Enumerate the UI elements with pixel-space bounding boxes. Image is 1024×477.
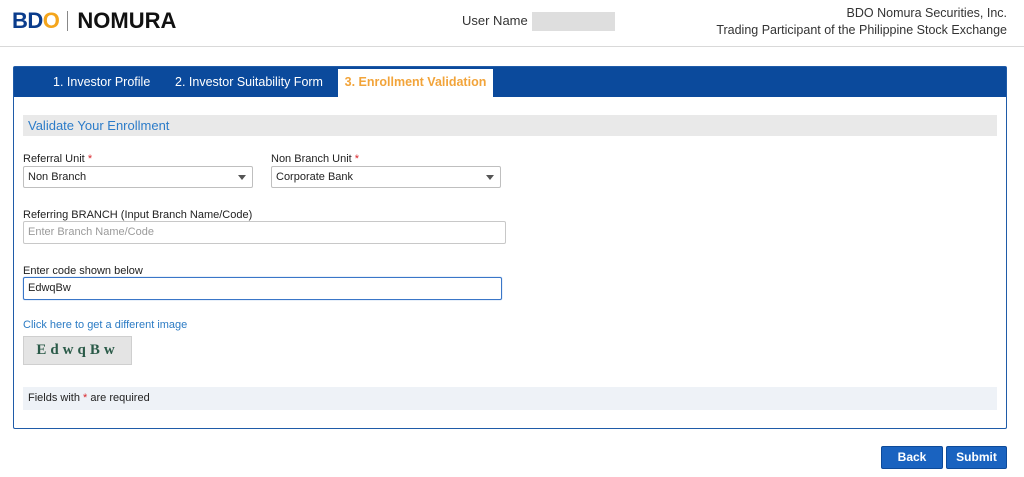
tab-enrollment-validation[interactable]: 3. Enrollment Validation (338, 69, 493, 97)
tab-investor-suitability-form[interactable]: 2. Investor Suitability Form (175, 67, 323, 97)
referral-unit-label-text: Referral Unit (23, 153, 85, 165)
referral-unit-value: Non Branch (28, 171, 87, 183)
logo-bdo-o-text: O (42, 8, 60, 33)
non-branch-unit-label-text: Non Branch Unit (271, 153, 352, 165)
enrollment-panel: 1. Investor Profile 2. Investor Suitabil… (13, 66, 1007, 429)
submit-button[interactable]: Submit (946, 446, 1007, 469)
required-fields-note: Fields with * are required (23, 387, 997, 410)
user-name-label: User Name : (462, 13, 535, 28)
company-subtitle: Trading Participant of the Philippine St… (716, 23, 1007, 37)
logo-separator (67, 11, 69, 31)
non-branch-unit-value: Corporate Bank (276, 171, 354, 183)
required-mark: * (83, 392, 88, 404)
required-mark: * (354, 153, 360, 165)
referring-branch-label: Referring BRANCH (Input Branch Name/Code… (23, 209, 253, 221)
non-branch-unit-select[interactable]: Corporate Bank (271, 166, 501, 188)
note-suffix: are required (90, 392, 150, 404)
captcha-text: EdwqBw (36, 342, 119, 358)
note-prefix: Fields with (28, 392, 80, 404)
captcha-image: EdwqBw (23, 336, 132, 365)
company-name: BDO Nomura Securities, Inc. (846, 6, 1007, 20)
code-label: Enter code shown below (23, 265, 143, 277)
back-button[interactable]: Back (881, 446, 943, 469)
tab-investor-profile[interactable]: 1. Investor Profile (53, 67, 150, 97)
different-image-link[interactable]: Click here to get a different image (23, 319, 187, 331)
company-info: BDO Nomura Securities, Inc. Trading Part… (716, 5, 1007, 39)
chevron-down-icon (238, 175, 246, 180)
user-name-value-redacted (532, 12, 615, 31)
referral-unit-label: Referral Unit * (23, 153, 92, 165)
logo-nomura-text: NOMURA (77, 8, 177, 33)
referring-branch-input[interactable]: Enter Branch Name/Code (23, 221, 506, 244)
logo-bdo-text: BD (12, 8, 43, 33)
non-branch-unit-label: Non Branch Unit * (271, 153, 359, 165)
required-mark: * (87, 153, 93, 165)
tab-bar: 1. Investor Profile 2. Investor Suitabil… (14, 67, 1006, 97)
chevron-down-icon (486, 175, 494, 180)
page-header: BD O NOMURA User Name : BDO Nomura Securi… (0, 0, 1024, 47)
bdo-nomura-logo[interactable]: BD O NOMURA (12, 8, 177, 33)
section-title: Validate Your Enrollment (23, 115, 997, 136)
referral-unit-select[interactable]: Non Branch (23, 166, 253, 188)
code-input[interactable]: EdwqBw (23, 277, 502, 300)
